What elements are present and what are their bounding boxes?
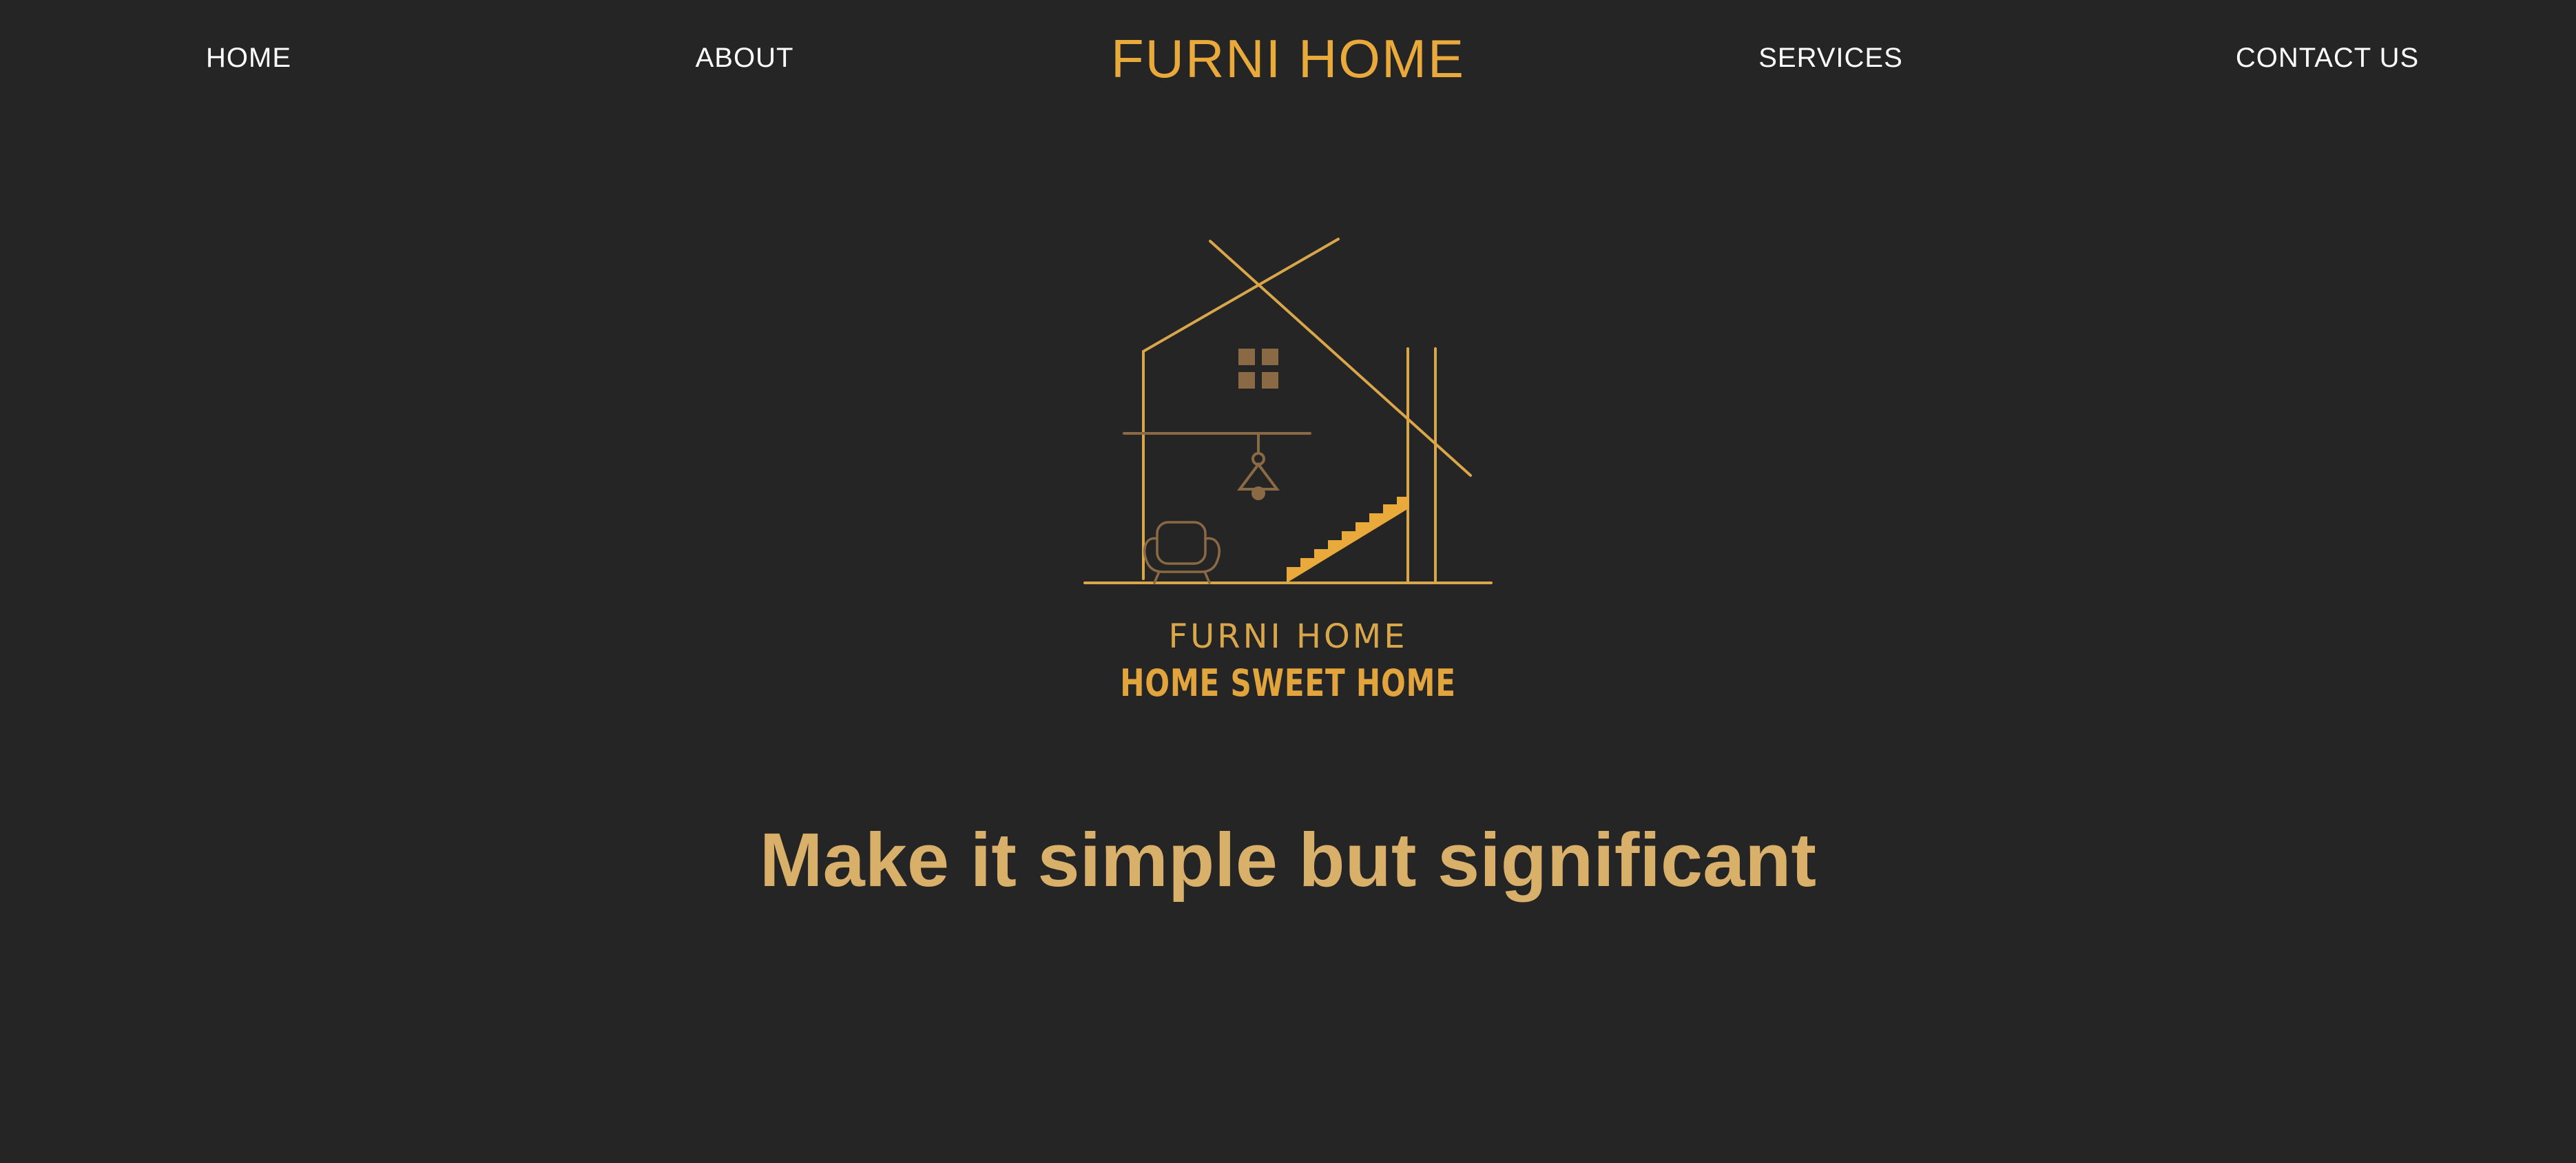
- window-icon: [1238, 349, 1278, 389]
- top-navigation: HOME ABOUT FURNI HOME SERVICES CONTACT U…: [0, 0, 2576, 124]
- nav-home-link[interactable]: HOME: [206, 43, 291, 74]
- hero-headline: Make it simple but significant: [759, 818, 1817, 903]
- logo-tagline-text: HOME SWEET HOME: [1120, 661, 1456, 705]
- house-with-staircase-icon: [1083, 238, 1493, 584]
- lamp-shade-icon: [1237, 462, 1280, 491]
- logo-name-text: FURNI HOME: [1168, 617, 1408, 656]
- staircase-icon: [1287, 497, 1409, 583]
- house-outline: [1142, 238, 1340, 580]
- nav-about-link[interactable]: ABOUT: [696, 43, 794, 74]
- armchair-icon: [1143, 521, 1221, 584]
- lamp-bulb: [1251, 486, 1265, 500]
- nav-contact-link[interactable]: CONTACT US: [2236, 43, 2419, 74]
- nav-services-link[interactable]: SERVICES: [1758, 43, 1903, 74]
- brand-logo-text[interactable]: FURNI HOME: [1111, 28, 1465, 90]
